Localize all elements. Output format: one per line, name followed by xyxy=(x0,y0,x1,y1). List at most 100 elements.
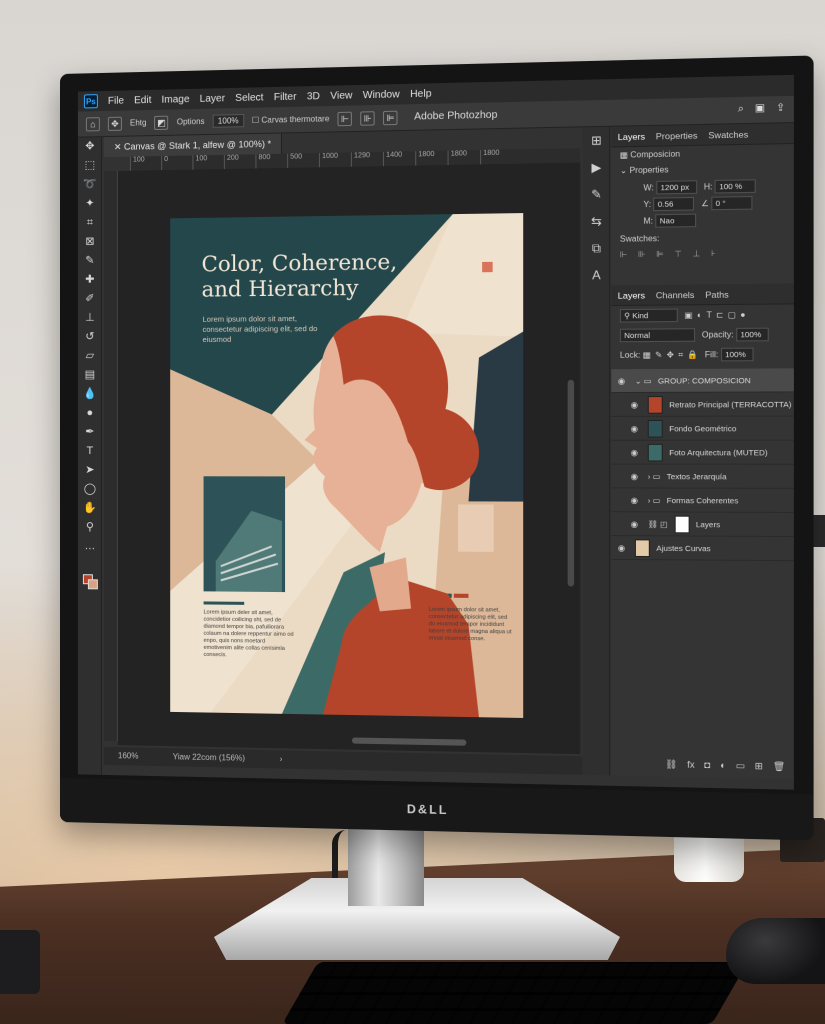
blur-icon[interactable]: 💧 xyxy=(78,385,102,404)
eye-icon[interactable]: ◉ xyxy=(631,471,642,480)
layer-row[interactable]: ◉ › ▭ Formas Coherentes xyxy=(611,488,794,513)
align-icons[interactable]: ⊩⊪⊫⊤⊥⊦ xyxy=(620,248,785,259)
eye-icon[interactable]: ◉ xyxy=(631,424,642,433)
menu-window[interactable]: Window xyxy=(363,89,400,101)
eye-icon[interactable]: ◉ xyxy=(618,543,629,552)
brush-icon[interactable]: ✐ xyxy=(78,290,102,309)
menu-filter[interactable]: Filter xyxy=(274,91,297,103)
close-tab-icon[interactable]: ✕ xyxy=(114,142,124,152)
menu-layer[interactable]: Layer xyxy=(200,93,225,105)
blend-mode-select[interactable]: Normal xyxy=(620,328,695,342)
magic-wand-icon[interactable]: ✦ xyxy=(78,194,102,213)
lock-icons[interactable]: ▦✎✥⌗🔒 xyxy=(643,350,703,360)
poster-artboard[interactable]: Color, Coherence, and Hierarchy Lorem ip… xyxy=(170,213,523,718)
vertical-scrollbar[interactable] xyxy=(568,380,574,587)
character-panel-icon[interactable]: A xyxy=(583,261,611,288)
hand-icon[interactable]: ✋ xyxy=(78,499,102,518)
clone-panel-icon[interactable]: ⧉ xyxy=(583,235,611,262)
misc-field[interactable]: Nao xyxy=(655,214,696,228)
eye-icon[interactable]: ◉ xyxy=(618,376,629,385)
height-field[interactable]: 100 % xyxy=(715,179,756,193)
fx-icon[interactable]: fx xyxy=(687,759,695,771)
menu-3d[interactable]: 3D xyxy=(307,90,320,101)
background-color-swatch[interactable] xyxy=(88,579,98,589)
canvas-checkbox[interactable]: ☐ Carvas thermotare xyxy=(252,114,330,125)
more-tools-icon[interactable]: … xyxy=(78,537,102,556)
chevron-right-icon[interactable]: › xyxy=(280,754,283,764)
menu-select[interactable]: Select xyxy=(235,92,263,104)
search-icon[interactable]: ⌕ xyxy=(738,103,744,115)
adjustment-icon[interactable]: ◐ xyxy=(720,760,726,772)
layer-row[interactable]: ◉ Foto Arquitectura (MUTED) xyxy=(611,441,794,465)
layer-row[interactable]: ◉ › ▭ Textos Jerarquía xyxy=(611,465,794,489)
crop-icon[interactable]: ⌗ xyxy=(78,213,102,232)
zoom-field[interactable]: 100% xyxy=(213,114,244,128)
menu-view[interactable]: View xyxy=(330,90,352,102)
dodge-icon[interactable]: ● xyxy=(78,404,102,423)
tab-paths[interactable]: Paths xyxy=(705,289,729,299)
fill-field[interactable]: 100% xyxy=(721,348,754,362)
history-brush-icon[interactable]: ↺ xyxy=(78,328,102,347)
align-right-icon[interactable]: ⊫ xyxy=(383,110,398,125)
layer-row[interactable]: ◉ Retrato Principal (TERRACOTTA) xyxy=(611,392,794,416)
width-field[interactable]: 1200 px xyxy=(656,180,697,194)
layer-row[interactable]: ◉ Fondo Geométrico xyxy=(611,417,794,441)
stamp-icon[interactable]: ⊥ xyxy=(78,309,102,328)
layer-row[interactable]: ◉ ⌄ ▭ GROUP: COMPOSICION xyxy=(611,368,794,393)
tab-channels[interactable]: Channels xyxy=(656,290,695,300)
type-icon[interactable]: T xyxy=(78,442,102,461)
pen-icon[interactable]: ✒ xyxy=(78,423,102,442)
brush-preset-label[interactable]: Ehtg xyxy=(130,118,147,127)
actions-panel-icon[interactable]: ▶ xyxy=(583,154,611,181)
move-tool-icon[interactable]: ✥ xyxy=(108,116,122,130)
filter-icons[interactable]: ▣◐T⊏▢● xyxy=(685,310,750,320)
menu-help[interactable]: Help xyxy=(410,88,431,100)
status-zoom[interactable]: 160% xyxy=(118,751,139,761)
healing-icon[interactable]: ✚ xyxy=(78,271,102,290)
layer-row[interactable]: ◉ ⛓ ◰ Layers xyxy=(611,512,794,537)
eye-icon[interactable]: ◉ xyxy=(631,495,642,504)
tab-layers-top[interactable]: Layers xyxy=(618,131,645,141)
ruler-tick: 1800 xyxy=(448,150,480,165)
poster-body-left: Lorem ipsum deler sit amet, concidetior … xyxy=(204,610,296,661)
tab-properties[interactable]: Properties xyxy=(656,130,698,140)
eye-icon[interactable]: ◉ xyxy=(631,447,642,456)
share-icon[interactable]: ⇪ xyxy=(776,102,785,114)
tab-layers[interactable]: Layers xyxy=(618,290,645,300)
layer-row[interactable]: ◉ Ajustes Curvas xyxy=(611,536,794,561)
menu-edit[interactable]: Edit xyxy=(134,94,151,105)
new-group-icon[interactable]: ▭ xyxy=(736,760,745,772)
link-icon[interactable]: ⛓ xyxy=(665,759,677,771)
ellipse-icon[interactable]: ◯ xyxy=(78,480,102,499)
adjustments-panel-icon[interactable]: ⇆ xyxy=(583,208,611,235)
brush-panel-icon[interactable]: ✎ xyxy=(583,181,611,208)
new-layer-icon[interactable]: ⊞ xyxy=(755,761,763,773)
zoom-icon[interactable]: ⚲ xyxy=(78,518,102,537)
menu-file[interactable]: File xyxy=(108,95,124,106)
layer-kind-filter[interactable]: ⚲ Kind xyxy=(620,309,678,323)
lasso-icon[interactable]: ➰ xyxy=(78,175,102,194)
y-field[interactable]: 0.56 xyxy=(653,197,694,211)
eraser-icon[interactable]: ▱ xyxy=(78,347,102,366)
tab-swatches[interactable]: Swatches xyxy=(708,129,748,139)
mask-icon[interactable]: ◘ xyxy=(704,760,710,772)
gradient-icon[interactable]: ▤ xyxy=(78,366,102,385)
angle-field[interactable]: 0 ° xyxy=(711,196,752,210)
move-icon[interactable]: ✥ xyxy=(78,137,102,157)
align-center-icon[interactable]: ⊪ xyxy=(360,111,374,126)
home-icon[interactable]: ⌂ xyxy=(86,117,100,131)
chevron-down-icon[interactable]: ⌄ xyxy=(620,166,630,176)
eye-icon[interactable]: ◉ xyxy=(631,400,642,409)
menu-image[interactable]: Image xyxy=(161,94,189,106)
eyedropper-icon[interactable]: ✎ xyxy=(78,251,102,270)
eye-icon[interactable]: ◉ xyxy=(631,519,642,528)
frame-icon[interactable]: ⊠ xyxy=(78,232,102,251)
opacity-field[interactable]: 100% xyxy=(736,328,769,342)
marquee-icon[interactable]: ⬚ xyxy=(78,156,102,175)
trash-icon[interactable]: 🗑 xyxy=(773,761,785,773)
history-panel-icon[interactable]: ⊞ xyxy=(583,127,611,154)
align-left-icon[interactable]: ⊩ xyxy=(338,111,352,126)
path-select-icon[interactable]: ➤ xyxy=(78,461,102,480)
brush-settings-icon[interactable]: ◩ xyxy=(155,115,169,129)
workspace-icon[interactable]: ▣ xyxy=(755,103,765,115)
